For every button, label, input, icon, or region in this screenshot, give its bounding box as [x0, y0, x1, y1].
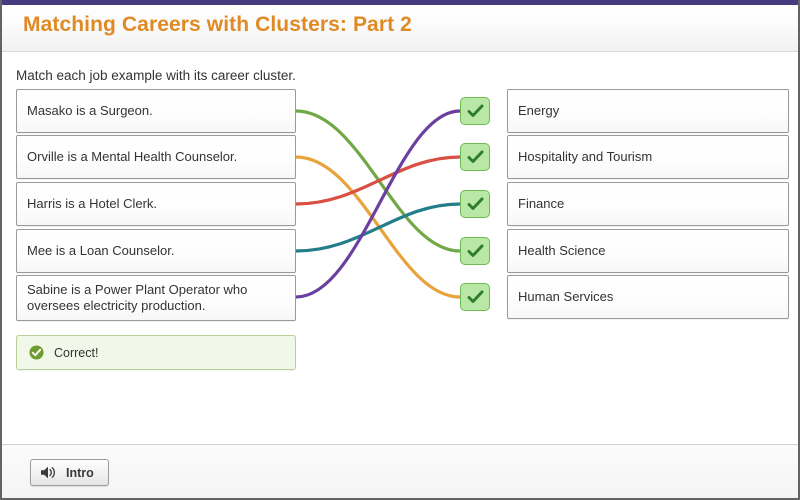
- prompt-label: Mee is a Loan Counselor.: [27, 243, 175, 258]
- activity-page: Matching Careers with Clusters: Part 2 M…: [0, 0, 800, 500]
- check-circle-icon: [29, 345, 44, 360]
- prompt-item[interactable]: Mee is a Loan Counselor.: [16, 229, 296, 273]
- target-item[interactable]: Hospitality and Tourism: [507, 135, 789, 179]
- feedback-text: Correct!: [54, 345, 99, 360]
- target-label: Health Science: [518, 243, 606, 258]
- prompt-label: Harris is a Hotel Clerk.: [27, 196, 158, 211]
- intro-button-label: Intro: [66, 465, 94, 480]
- target-label: Hospitality and Tourism: [518, 149, 653, 164]
- check-icon: [467, 197, 483, 210]
- target-label: Energy: [518, 103, 560, 118]
- target-item[interactable]: Human Services: [507, 275, 789, 319]
- feedback-banner: Correct!: [16, 335, 296, 370]
- intro-button[interactable]: Intro: [30, 459, 109, 486]
- prompt-label: Orville is a Mental Health Counselor.: [27, 149, 238, 164]
- instruction-text: Match each job example with its career c…: [16, 68, 296, 83]
- match-check-indicator: [460, 190, 490, 218]
- connector-line-mee-finance: [294, 202, 462, 253]
- check-icon: [467, 104, 483, 117]
- speaker-icon: [41, 466, 55, 479]
- page-header: Matching Careers with Clusters: Part 2: [2, 5, 798, 52]
- connector-line-sabine-energy: [294, 109, 462, 299]
- target-label: Finance: [518, 196, 565, 211]
- target-item[interactable]: Health Science: [507, 229, 789, 273]
- target-label: Human Services: [518, 289, 614, 304]
- prompt-item[interactable]: Masako is a Surgeon.: [16, 89, 296, 133]
- page-footer: Intro: [2, 444, 798, 498]
- prompt-label: Sabine is a Power Plant Operator who ove…: [27, 282, 248, 313]
- match-check-indicator: [460, 237, 490, 265]
- prompt-item[interactable]: Sabine is a Power Plant Operator who ove…: [16, 275, 296, 321]
- matching-area: Masako is a Surgeon. Orville is a Mental…: [2, 88, 798, 326]
- prompt-item[interactable]: Orville is a Mental Health Counselor.: [16, 135, 296, 179]
- check-icon: [467, 290, 483, 303]
- target-item[interactable]: Energy: [507, 89, 789, 133]
- target-item[interactable]: Finance: [507, 182, 789, 226]
- page-title: Matching Careers with Clusters: Part 2: [23, 13, 412, 36]
- check-icon: [467, 150, 483, 163]
- prompt-item[interactable]: Harris is a Hotel Clerk.: [16, 182, 296, 226]
- connector-line-orville-human-services: [294, 155, 462, 299]
- connector-line-masako-health-science: [294, 109, 462, 253]
- match-check-indicator: [460, 283, 490, 311]
- match-check-indicator: [460, 143, 490, 171]
- connector-line-harris-hospitality: [294, 155, 462, 206]
- prompt-label: Masako is a Surgeon.: [27, 103, 153, 118]
- match-check-indicator: [460, 97, 490, 125]
- check-icon: [467, 244, 483, 257]
